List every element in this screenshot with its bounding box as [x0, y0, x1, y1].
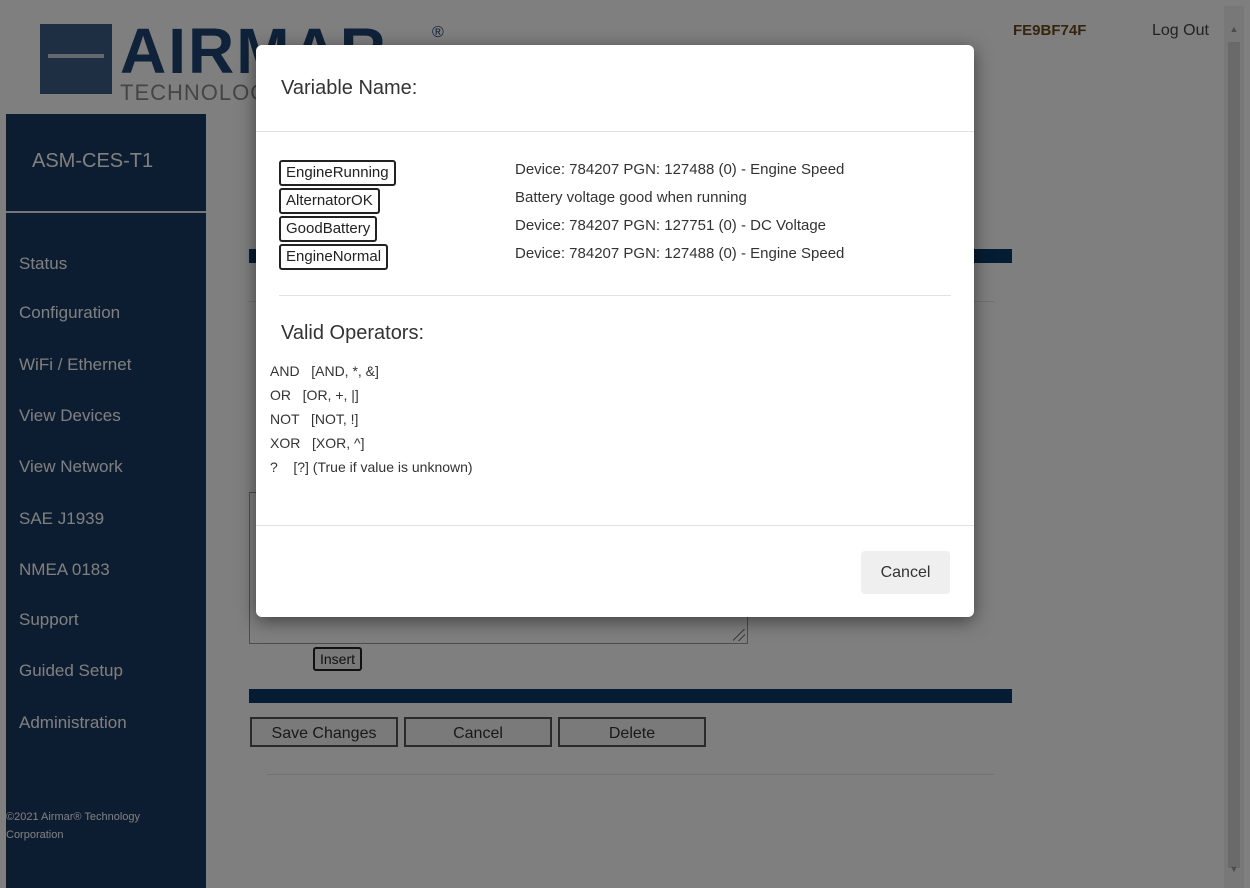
- variable-description: Device: 784207 PGN: 127488 (0) - Engine …: [515, 245, 845, 262]
- dialog-title: Variable Name:: [281, 77, 418, 99]
- variables-divider: [279, 295, 951, 296]
- variable-button-enginerunning[interactable]: EngineRunning: [279, 160, 396, 186]
- variable-button-goodbattery[interactable]: GoodBattery: [279, 216, 378, 242]
- dialog-header-divider: [256, 131, 974, 132]
- operator-line: AND [AND, *, &]: [270, 363, 379, 379]
- operator-line: ? [?] (True if value is unknown): [270, 459, 473, 475]
- operators-title: Valid Operators:: [281, 322, 425, 344]
- dialog-cancel-button[interactable]: Cancel: [861, 551, 950, 594]
- operator-line: XOR [XOR, ^]: [270, 435, 365, 451]
- variable-description: Battery voltage good when running: [515, 189, 747, 206]
- variable-description: Device: 784207 PGN: 127488 (0) - Engine …: [515, 161, 845, 178]
- operator-line: OR [OR, +, |]: [270, 387, 359, 403]
- variable-button-alternatorok[interactable]: AlternatorOK: [279, 188, 380, 214]
- variable-name-dialog: Variable Name: EngineRunning Device: 784…: [256, 45, 974, 617]
- variable-description: Device: 784207 PGN: 127751 (0) - DC Volt…: [515, 217, 827, 234]
- operator-line: NOT [NOT, !]: [270, 411, 359, 427]
- dialog-footer-divider: [256, 525, 974, 526]
- variable-button-enginenormal[interactable]: EngineNormal: [279, 244, 389, 270]
